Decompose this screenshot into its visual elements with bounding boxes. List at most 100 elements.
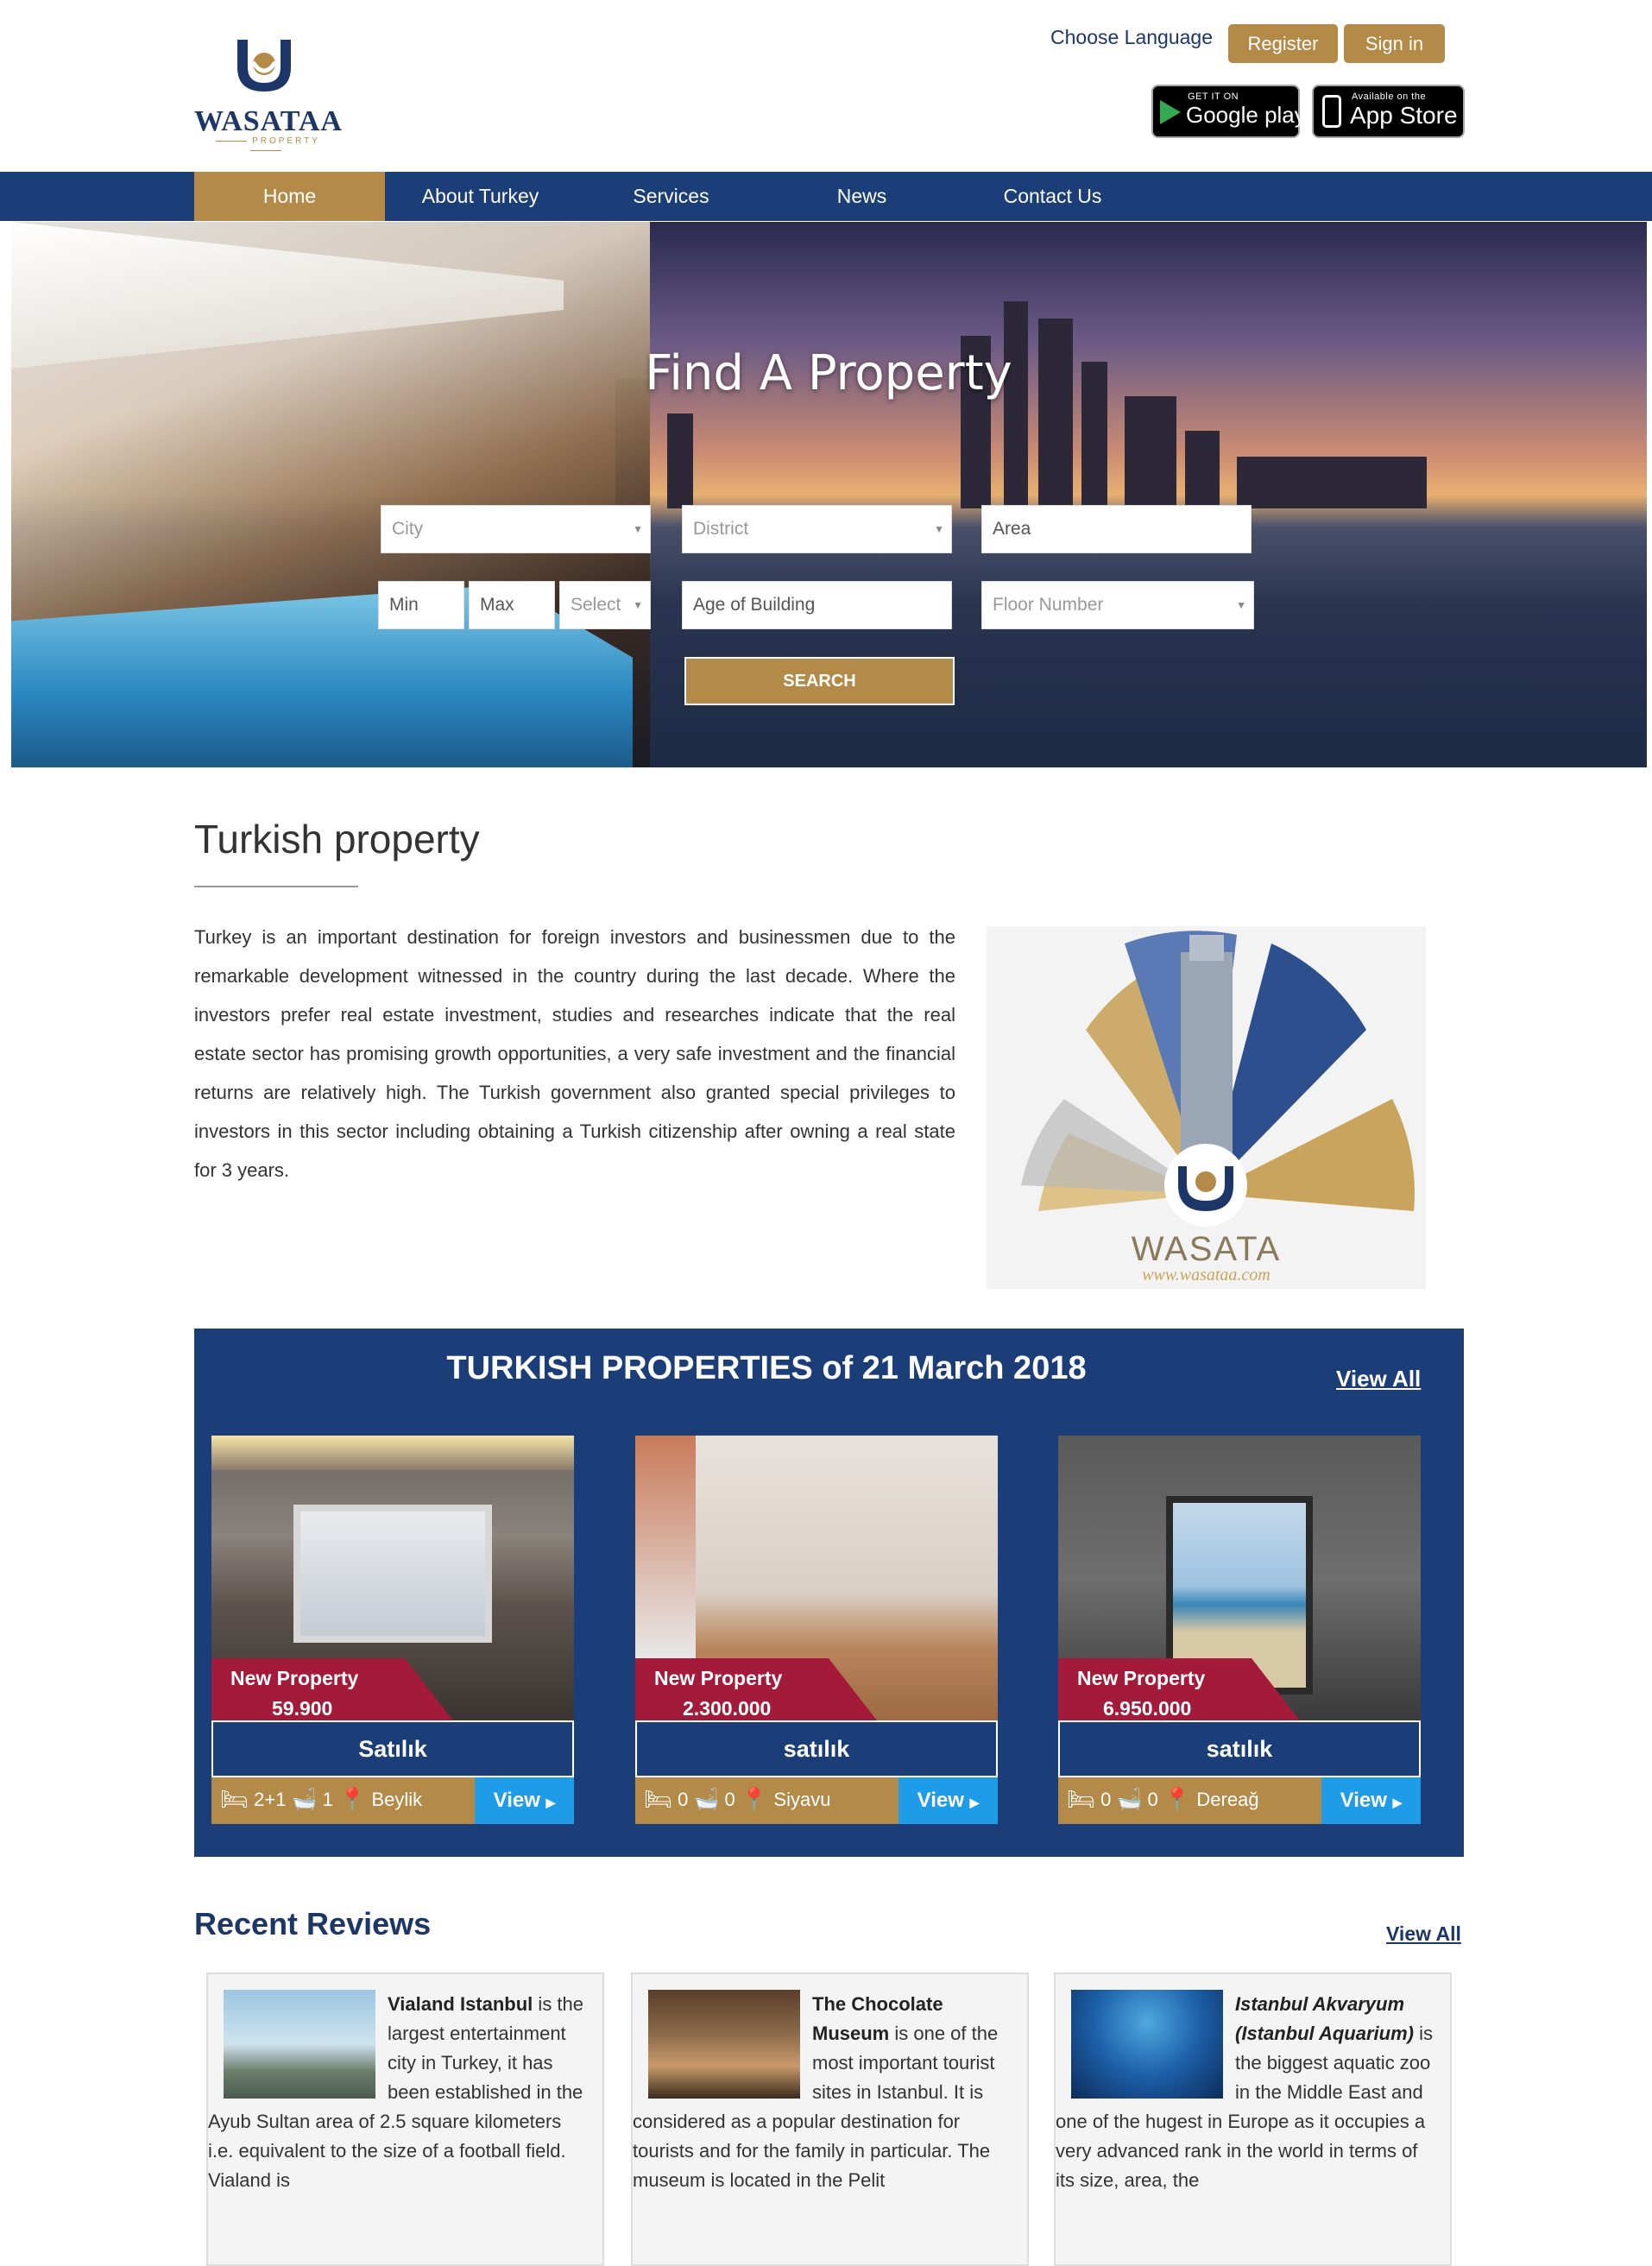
property-meta-bar: 🛏 0 🛁 0 📍 Dereağ View ▶ <box>1058 1777 1421 1824</box>
rooms-count: 2+1 <box>254 1788 287 1810</box>
property-card[interactable]: New Property 2.300.000 satılık 🛏 0 🛁 0 📍… <box>635 1436 998 1824</box>
view-property-button[interactable]: View ▶ <box>1321 1777 1421 1824</box>
rooms-count: 0 <box>1100 1788 1112 1810</box>
skyline-tower <box>1185 431 1220 508</box>
bed-icon: 🛏 <box>1067 1786 1096 1812</box>
bath-icon: 🛁 <box>291 1788 318 1811</box>
ribbon-badge: New Property <box>230 1667 359 1689</box>
main-nav: Home About Turkey Services News Contact … <box>0 172 1652 221</box>
district-select[interactable]: District ▼ <box>682 505 952 553</box>
caret-right-icon: ▶ <box>1392 1796 1403 1809</box>
property-card[interactable]: New Property 59.900 Satılık 🛏 2+1 🛁 1 📍 … <box>211 1436 574 1824</box>
hero-title: Find A Property <box>645 345 1012 401</box>
chevron-down-icon: ▼ <box>633 599 643 611</box>
city-select[interactable]: City ▼ <box>381 505 651 553</box>
min-price-input[interactable]: Min <box>378 581 464 629</box>
property-meta-bar: 🛏 0 🛁 0 📍 Siyavu View ▶ <box>635 1777 998 1824</box>
sign-in-button[interactable]: Sign in <box>1344 24 1445 63</box>
properties-title: TURKISH PROPERTIES of 21 March 2018 <box>446 1350 1087 1386</box>
property-price: 59.900 <box>272 1697 333 1720</box>
chevron-down-icon: ▼ <box>633 523 643 535</box>
property-status: satılık <box>1058 1720 1421 1777</box>
skyline-tower <box>1038 319 1073 508</box>
window <box>635 1436 696 1660</box>
bath-icon: 🛁 <box>693 1788 720 1811</box>
location-pin-icon: 📍 <box>1163 1786 1192 1812</box>
apple-icon <box>1322 95 1341 128</box>
max-price-input[interactable]: Max <box>469 581 555 629</box>
skyline-tower <box>667 413 693 508</box>
app-store-small: Available on the <box>1352 92 1427 102</box>
section-title-turkish-property: Turkish property <box>194 817 480 862</box>
baths-count: 1 <box>322 1788 333 1810</box>
logo-mark-icon <box>237 40 291 92</box>
bath-icon: 🛁 <box>1116 1788 1143 1811</box>
property-location: Beylik <box>371 1788 423 1810</box>
building-age-input[interactable]: Age of Building <box>682 581 952 629</box>
view-property-button[interactable]: View ▶ <box>475 1777 574 1824</box>
skyline-tower <box>1004 301 1028 508</box>
baths-count: 0 <box>1147 1788 1158 1810</box>
window <box>293 1505 492 1643</box>
property-status: satılık <box>635 1720 998 1777</box>
bed-icon: 🛏 <box>644 1786 673 1812</box>
google-play-small: GET IT ON <box>1188 92 1239 102</box>
location-pin-icon: 📍 <box>337 1786 367 1812</box>
rooms-count: 0 <box>678 1788 689 1810</box>
floor-number-select[interactable]: Floor Number ▼ <box>981 581 1254 629</box>
view-label: View <box>917 1789 964 1812</box>
logo-wordmark: WASATAA <box>194 105 343 137</box>
view-property-button[interactable]: View ▶ <box>899 1777 998 1824</box>
skyline-low <box>1237 457 1427 508</box>
review-card[interactable]: Istanbul Akvaryum (Istanbul Aquarium) is… <box>1054 1972 1452 2266</box>
review-thumbnail <box>648 1990 800 2099</box>
property-location: Dereağ <box>1196 1788 1259 1810</box>
recent-reviews-title: Recent Reviews <box>194 1906 432 1941</box>
google-play-big: Google play <box>1186 102 1306 128</box>
district-select-label: District <box>693 519 749 539</box>
nav-item-services[interactable]: Services <box>576 172 766 221</box>
property-status: Satılık <box>211 1720 574 1777</box>
property-meta-bar: 🛏 2+1 🛁 1 📍 Beylik View ▶ <box>211 1777 574 1824</box>
review-thumbnail <box>1071 1990 1223 2099</box>
review-name: Vialand Istanbul <box>388 1993 533 2015</box>
bed-icon: 🛏 <box>220 1786 249 1812</box>
wasataa-promo-image: WASATA www.wasataa.com <box>987 926 1426 1289</box>
currency-select-label: Select <box>571 595 621 615</box>
currency-select[interactable]: Select ▼ <box>559 581 651 629</box>
review-card[interactable]: Vialand Istanbul is the largest entertai… <box>206 1972 604 2266</box>
ribbon-badge: New Property <box>1077 1667 1206 1689</box>
promo-url-text: www.wasataa.com <box>1142 1266 1271 1284</box>
property-card[interactable]: New Property 6.950.000 satılık 🛏 0 🛁 0 📍… <box>1058 1436 1421 1824</box>
location-pin-icon: 📍 <box>740 1786 769 1812</box>
logo[interactable]: WASATAA PROPERTY <box>194 33 343 149</box>
review-card[interactable]: The Chocolate Museum is one of the most … <box>631 1972 1029 2266</box>
nav-item-home[interactable]: Home <box>194 172 385 221</box>
property-price: 2.300.000 <box>683 1697 772 1720</box>
title-underline <box>194 886 358 887</box>
city-select-label: City <box>392 519 424 539</box>
search-button[interactable]: SEARCH <box>684 657 955 705</box>
choose-language-link[interactable]: Choose Language <box>1050 26 1213 49</box>
promo-brand-text: WASATA <box>1131 1230 1282 1268</box>
property-price: 6.950.000 <box>1103 1697 1192 1720</box>
nav-item-about-turkey[interactable]: About Turkey <box>385 172 576 221</box>
skyline-tower <box>1081 362 1107 508</box>
register-button[interactable]: Register <box>1228 24 1338 63</box>
properties-view-all-link[interactable]: View All <box>1336 1366 1421 1392</box>
google-play-badge[interactable]: GET IT ON Google play <box>1151 85 1306 138</box>
skyline-tower <box>1125 396 1176 508</box>
area-input[interactable]: Area <box>981 505 1252 553</box>
reviews-view-all-link[interactable]: View All <box>1386 1922 1461 1946</box>
view-label: View <box>1340 1789 1387 1812</box>
review-thumbnail <box>224 1990 375 2099</box>
app-store-badge[interactable]: Available on the App Store <box>1312 85 1465 138</box>
logo-tagline: PROPERTY <box>194 136 337 155</box>
nav-item-contact-us[interactable]: Contact Us <box>957 172 1148 221</box>
baths-count: 0 <box>724 1788 735 1810</box>
ceiling-light <box>211 1436 574 1470</box>
caret-right-icon: ▶ <box>969 1796 980 1809</box>
turkish-property-text: Turkey is an important destination for f… <box>194 926 955 1181</box>
review-name: Istanbul Akvaryum (Istanbul Aquarium) <box>1235 1993 1414 2044</box>
nav-item-news[interactable]: News <box>766 172 957 221</box>
